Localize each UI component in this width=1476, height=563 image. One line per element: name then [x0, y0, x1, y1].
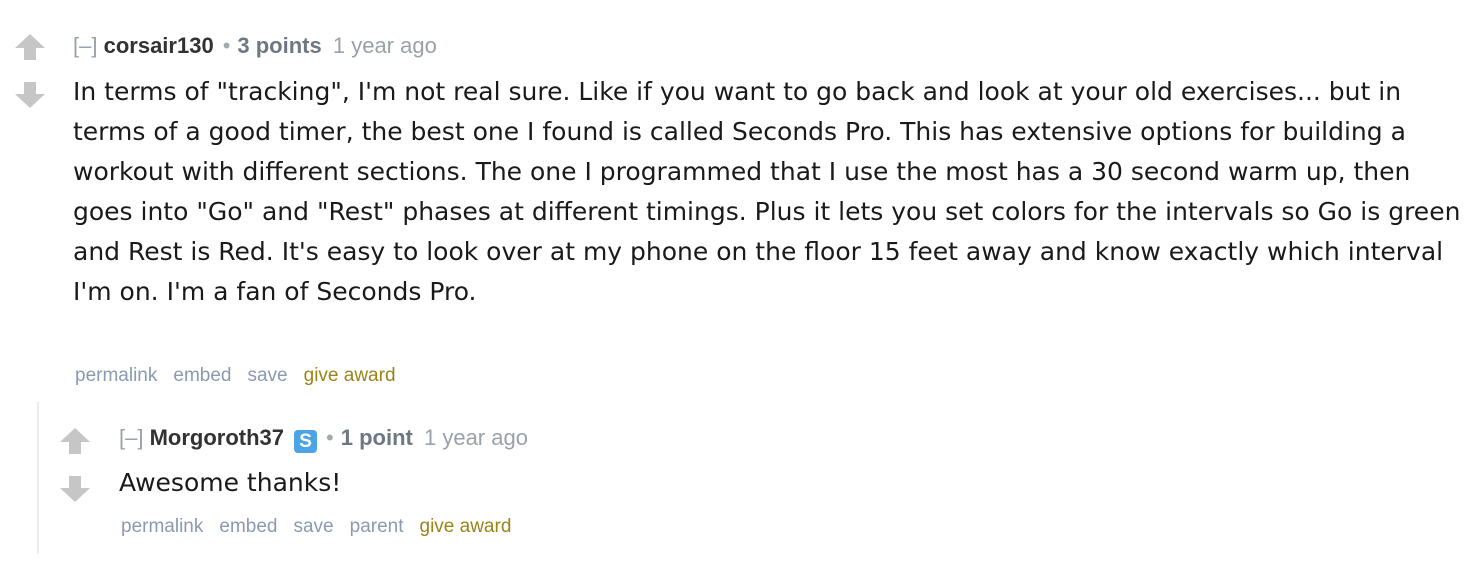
- comment-tagline: [–] corsair130 • 3 points 1 year ago: [73, 31, 437, 61]
- save-button[interactable]: save: [293, 516, 333, 537]
- comment-actions: permalink embed save give award: [75, 364, 412, 388]
- score: 3 points: [237, 33, 322, 58]
- timestamp: 1 year ago: [332, 33, 437, 58]
- author-link[interactable]: corsair130: [104, 33, 214, 58]
- collapse-toggle[interactable]: [–]: [119, 425, 143, 450]
- score: 1 point: [340, 425, 413, 450]
- upvote-arrow-icon[interactable]: [58, 426, 92, 456]
- separator-dot: •: [222, 33, 231, 58]
- reply-comment: [–] Morgoroth37 S • 1 point 1 year ago Awes…: [38, 398, 1476, 558]
- comment-body: In terms of "tracking", I'm not real sur…: [73, 77, 1461, 306]
- comment-body: Awesome thanks!: [119, 468, 342, 497]
- upvote-arrow-icon[interactable]: [13, 32, 47, 62]
- permalink-button[interactable]: permalink: [121, 516, 203, 537]
- save-button[interactable]: save: [247, 365, 287, 386]
- author-link[interactable]: Morgoroth37: [150, 425, 284, 450]
- vote-controls: [13, 32, 49, 110]
- timestamp: 1 year ago: [423, 425, 528, 450]
- comment-tagline: [–] Morgoroth37 S • 1 point 1 year ago: [119, 423, 528, 453]
- downvote-arrow-icon[interactable]: [58, 474, 92, 504]
- comment: [–] corsair130 • 3 points 1 year ago In te…: [0, 0, 1476, 400]
- embed-button[interactable]: embed: [219, 516, 277, 537]
- separator-dot: •: [326, 425, 334, 450]
- user-flair-badge: S: [294, 430, 318, 453]
- embed-button[interactable]: embed: [173, 365, 231, 386]
- downvote-arrow-icon[interactable]: [13, 80, 47, 110]
- vote-controls: [58, 426, 94, 504]
- collapse-toggle[interactable]: [–]: [73, 33, 97, 58]
- give-award-button[interactable]: give award: [304, 365, 396, 386]
- comment-actions: permalink embed save parent give award: [121, 515, 527, 539]
- parent-button[interactable]: parent: [350, 516, 404, 537]
- give-award-button[interactable]: give award: [420, 516, 512, 537]
- permalink-button[interactable]: permalink: [75, 365, 157, 386]
